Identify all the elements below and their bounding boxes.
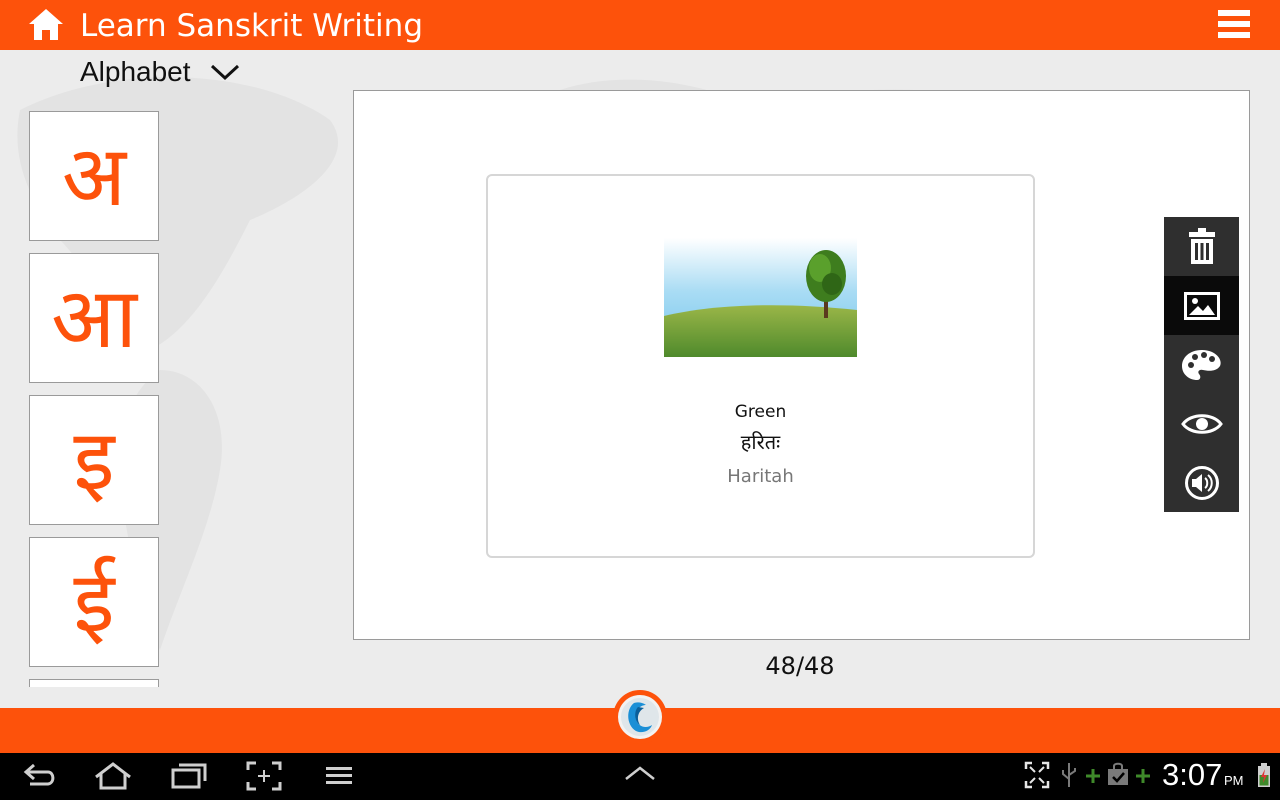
- download-plus-icon: [1136, 769, 1150, 783]
- menu-lines-icon[interactable]: [324, 761, 354, 791]
- category-dropdown[interactable]: Alphabet: [80, 52, 241, 92]
- trash-icon: [1188, 227, 1215, 264]
- letter-card-partial[interactable]: [29, 679, 159, 687]
- screenshot-icon[interactable]: [246, 761, 282, 791]
- letter-glyph: आ: [51, 269, 137, 367]
- app-header: Learn Sanskrit Writing: [0, 0, 1280, 50]
- app-title: Learn Sanskrit Writing: [80, 8, 423, 44]
- delete-button[interactable]: [1164, 217, 1239, 276]
- download-plus-icon: [1086, 769, 1100, 783]
- letter-list[interactable]: अ आ इ ई: [29, 111, 159, 687]
- hamburger-menu-icon[interactable]: [1216, 8, 1252, 40]
- eye-icon: [1180, 413, 1223, 434]
- brand-wave-logo-icon[interactable]: [612, 689, 668, 745]
- word-sanskrit: हरितः: [740, 430, 781, 454]
- image-toggle-button[interactable]: [1164, 276, 1239, 335]
- up-chevron-icon[interactable]: [624, 761, 656, 785]
- color-palette-button[interactable]: [1164, 335, 1239, 394]
- back-icon[interactable]: [22, 761, 58, 791]
- preview-button[interactable]: [1164, 394, 1239, 453]
- category-dropdown-label: Alphabet: [80, 56, 191, 87]
- sound-button[interactable]: [1164, 453, 1239, 512]
- system-navigation-bar: 3:07 PM: [0, 753, 1280, 800]
- usb-icon: [1062, 763, 1076, 787]
- letter-card[interactable]: इ: [29, 395, 159, 525]
- shopping-bag-check-icon: [1108, 762, 1128, 785]
- battery-charging-icon: [1258, 763, 1270, 787]
- page-counter: 48/48: [765, 652, 835, 680]
- palette-icon: [1181, 349, 1221, 380]
- letter-card[interactable]: ई: [29, 537, 159, 667]
- speaker-icon: [1184, 465, 1219, 500]
- letter-glyph: ई: [73, 553, 115, 651]
- letter-card[interactable]: आ: [29, 253, 159, 383]
- writing-stage[interactable]: Green हरितः Haritah: [353, 90, 1250, 640]
- word-transliteration: Haritah: [727, 466, 794, 487]
- letter-glyph: अ: [61, 127, 127, 225]
- green-field-tree-picture: [664, 238, 857, 357]
- word-english: Green: [734, 402, 787, 422]
- chevron-down-icon: [210, 64, 239, 81]
- letter-glyph: इ: [73, 411, 115, 509]
- clock-ampm: PM: [1224, 773, 1244, 788]
- image-icon: [1183, 291, 1220, 320]
- tool-strip: [1164, 217, 1239, 512]
- clock-time: 3:07: [1162, 757, 1223, 792]
- fullscreen-icon[interactable]: [1024, 761, 1050, 789]
- home-icon[interactable]: [26, 5, 66, 45]
- recent-apps-icon[interactable]: [170, 761, 208, 791]
- flash-card: Green हरितः Haritah: [486, 174, 1035, 558]
- letter-card[interactable]: अ: [29, 111, 159, 241]
- home-outline-icon[interactable]: [92, 761, 134, 791]
